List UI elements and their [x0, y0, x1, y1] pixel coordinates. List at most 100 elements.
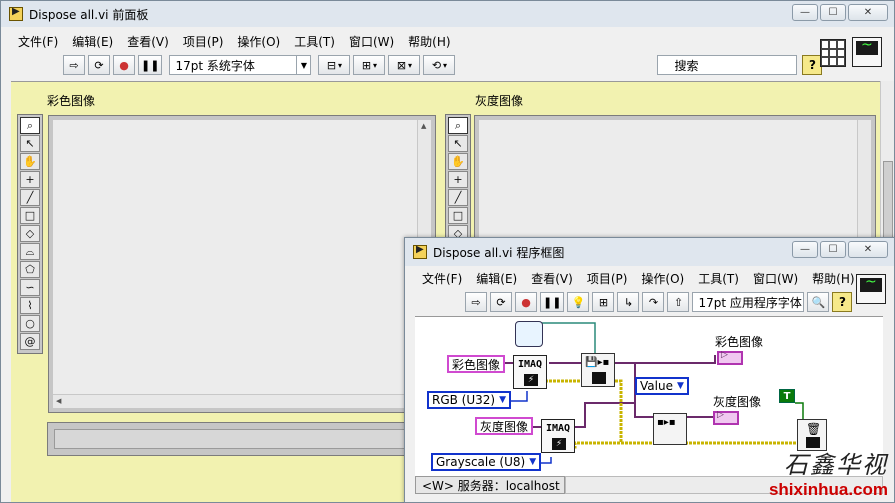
grayscale-type-enum[interactable]: Grayscale (U8) ▼: [431, 453, 542, 471]
menu-project[interactable]: 项目(P): [176, 33, 231, 50]
gray-image-indicator[interactable]: [713, 410, 739, 425]
step-over-icon[interactable]: ↷: [642, 292, 665, 312]
rotated-rect-icon[interactable]: ◇: [20, 225, 40, 242]
vi-icon-glyph[interactable]: [856, 274, 886, 304]
crosshair-icon[interactable]: +: [20, 171, 40, 188]
error-cluster-icon: ⚡: [524, 374, 538, 386]
search-icon[interactable]: 🔍: [807, 292, 830, 312]
abort-icon[interactable]: ●: [113, 55, 135, 75]
pan-icon[interactable]: ✋: [20, 153, 40, 170]
color-image-control-label: 彩色图像: [452, 357, 501, 372]
image-display-ref-icon[interactable]: [515, 321, 543, 347]
broken-line-icon[interactable]: ⌇: [20, 297, 40, 314]
menu-help[interactable]: 帮助(H): [805, 270, 861, 287]
block-diagram-titlebar: Dispose all.vi 程序框图 — ☐ ✕: [405, 238, 894, 266]
font-select-label: 17pt 系统字体: [175, 58, 255, 73]
value-control-label: Value: [640, 379, 673, 393]
maximize-button[interactable]: ☐: [820, 4, 846, 21]
chevron-down-icon: ▼: [529, 457, 537, 467]
font-select[interactable]: 17pt 系统字体 ▼: [169, 55, 312, 75]
menu-window[interactable]: 窗口(W): [746, 270, 805, 287]
search-input[interactable]: 搜索: [657, 55, 798, 75]
color-image-indicator-label: 彩色图像: [715, 335, 764, 349]
front-panel-status-bar: [47, 422, 435, 456]
menu-file[interactable]: 文件(F): [415, 270, 469, 287]
front-panel-title: Dispose all.vi 前面板: [29, 7, 149, 22]
pointer-icon[interactable]: ↖: [20, 135, 40, 152]
step-out-icon[interactable]: ⇧: [667, 292, 690, 312]
resize-objects-icon[interactable]: ⊠: [388, 55, 421, 75]
crosshair-icon[interactable]: +: [448, 171, 468, 188]
close-button[interactable]: ✕: [848, 4, 888, 21]
color-image-display[interactable]: ▲ ▼ ◀ ▶: [48, 115, 436, 413]
minimize-button[interactable]: —: [792, 241, 818, 258]
imaq-read-file-node[interactable]: 💾▸▪: [581, 353, 615, 387]
block-diagram-toolbar: ⇨ ⟳ ● ❚❚ 💡 ⊞ ↳ ↷ ⇧ 17pt 应用程序字体 🔍 ?: [465, 292, 853, 312]
font-select[interactable]: 17pt 应用程序字体: [692, 292, 805, 312]
line-icon[interactable]: ╱: [20, 189, 40, 206]
color-image-indicator[interactable]: [717, 350, 743, 365]
rectangle-icon[interactable]: □: [20, 207, 40, 224]
oval-icon[interactable]: ○: [20, 315, 40, 332]
block-diagram-menubar: 文件(F) 编辑(E) 查看(V) 项目(P) 操作(O) 工具(T) 窗口(W…: [405, 268, 894, 288]
gray-image-control[interactable]: 灰度图像: [475, 417, 534, 435]
pause-icon[interactable]: ❚❚: [138, 55, 163, 75]
menu-tools[interactable]: 工具(T): [287, 33, 342, 50]
reorder-icon[interactable]: ⟲: [423, 55, 456, 75]
close-button[interactable]: ✕: [848, 241, 888, 258]
zoom-icon[interactable]: ⌕: [20, 117, 40, 134]
color-image-hscroll[interactable]: ◀ ▶: [53, 394, 417, 408]
pan-icon[interactable]: ✋: [448, 153, 468, 170]
menu-view[interactable]: 查看(V): [524, 270, 580, 287]
imaq-extract-plane-node[interactable]: ▪▸▪: [653, 413, 687, 445]
imaq-create-gray-node[interactable]: IMAQ ⚡: [541, 419, 575, 453]
oscilloscope-icon: [860, 274, 882, 292]
menu-help[interactable]: 帮助(H): [401, 33, 457, 50]
rgb-type-label: RGB (U32): [432, 393, 496, 407]
pause-icon[interactable]: ❚❚: [540, 292, 565, 312]
block-diagram-status: <W> 服务器：localhost: [415, 476, 565, 494]
color-image-tool-palette: ⌕ ↖ ✋ + ╱ □ ◇ ⌓ ⬠ ∽ ⌇ ○ @: [17, 114, 43, 354]
menu-tools[interactable]: 工具(T): [691, 270, 746, 287]
menu-window[interactable]: 窗口(W): [342, 33, 401, 50]
spiral-icon[interactable]: @: [20, 333, 40, 350]
run-arrow-icon[interactable]: ⇨: [63, 55, 85, 75]
retain-wire-values-icon[interactable]: ⊞: [592, 292, 615, 312]
rectangle-icon[interactable]: □: [448, 207, 468, 224]
help-icon[interactable]: ?: [832, 292, 853, 312]
polygon-icon[interactable]: ⬠: [20, 261, 40, 278]
abort-icon[interactable]: ●: [515, 292, 537, 312]
run-continuous-icon[interactable]: ⟳: [490, 292, 512, 312]
vi-icon-glyph[interactable]: [852, 37, 882, 67]
value-control[interactable]: Value ▼: [635, 377, 689, 395]
freehand-icon[interactable]: ∽: [20, 279, 40, 296]
menu-operate[interactable]: 操作(O): [230, 33, 287, 50]
boolean-true-constant[interactable]: T: [779, 389, 795, 403]
color-image-control[interactable]: 彩色图像: [447, 355, 506, 373]
maximize-button[interactable]: ☐: [820, 241, 846, 258]
distribute-objects-icon[interactable]: ⊞: [353, 55, 386, 75]
vi-app-icon: [9, 6, 23, 21]
menu-edit[interactable]: 编辑(E): [469, 270, 524, 287]
grayscale-type-label: Grayscale (U8): [436, 455, 526, 469]
menu-view[interactable]: 查看(V): [120, 33, 176, 50]
imaq-create-label: IMAQ: [517, 359, 543, 370]
line-icon[interactable]: ╱: [448, 189, 468, 206]
align-objects-icon[interactable]: ⊟: [318, 55, 351, 75]
menu-edit[interactable]: 编辑(E): [65, 33, 120, 50]
menu-file[interactable]: 文件(F): [11, 33, 65, 50]
run-continuous-icon[interactable]: ⟳: [88, 55, 110, 75]
step-into-icon[interactable]: ↳: [617, 292, 640, 312]
rgb-type-enum[interactable]: RGB (U32) ▼: [427, 391, 512, 409]
highlight-execution-icon[interactable]: 💡: [567, 292, 590, 312]
menu-operate[interactable]: 操作(O): [634, 270, 691, 287]
connector-pane[interactable]: [820, 39, 846, 67]
imaq-create-node[interactable]: IMAQ ⚡: [513, 355, 547, 389]
pointer-icon[interactable]: ↖: [448, 135, 468, 152]
block-diagram-title: Dispose all.vi 程序框图: [433, 245, 565, 260]
zoom-icon[interactable]: ⌕: [448, 117, 468, 134]
minimize-button[interactable]: —: [792, 4, 818, 21]
annulus-icon[interactable]: ⌓: [20, 243, 40, 260]
run-arrow-icon[interactable]: ⇨: [465, 292, 487, 312]
menu-project[interactable]: 项目(P): [580, 270, 635, 287]
